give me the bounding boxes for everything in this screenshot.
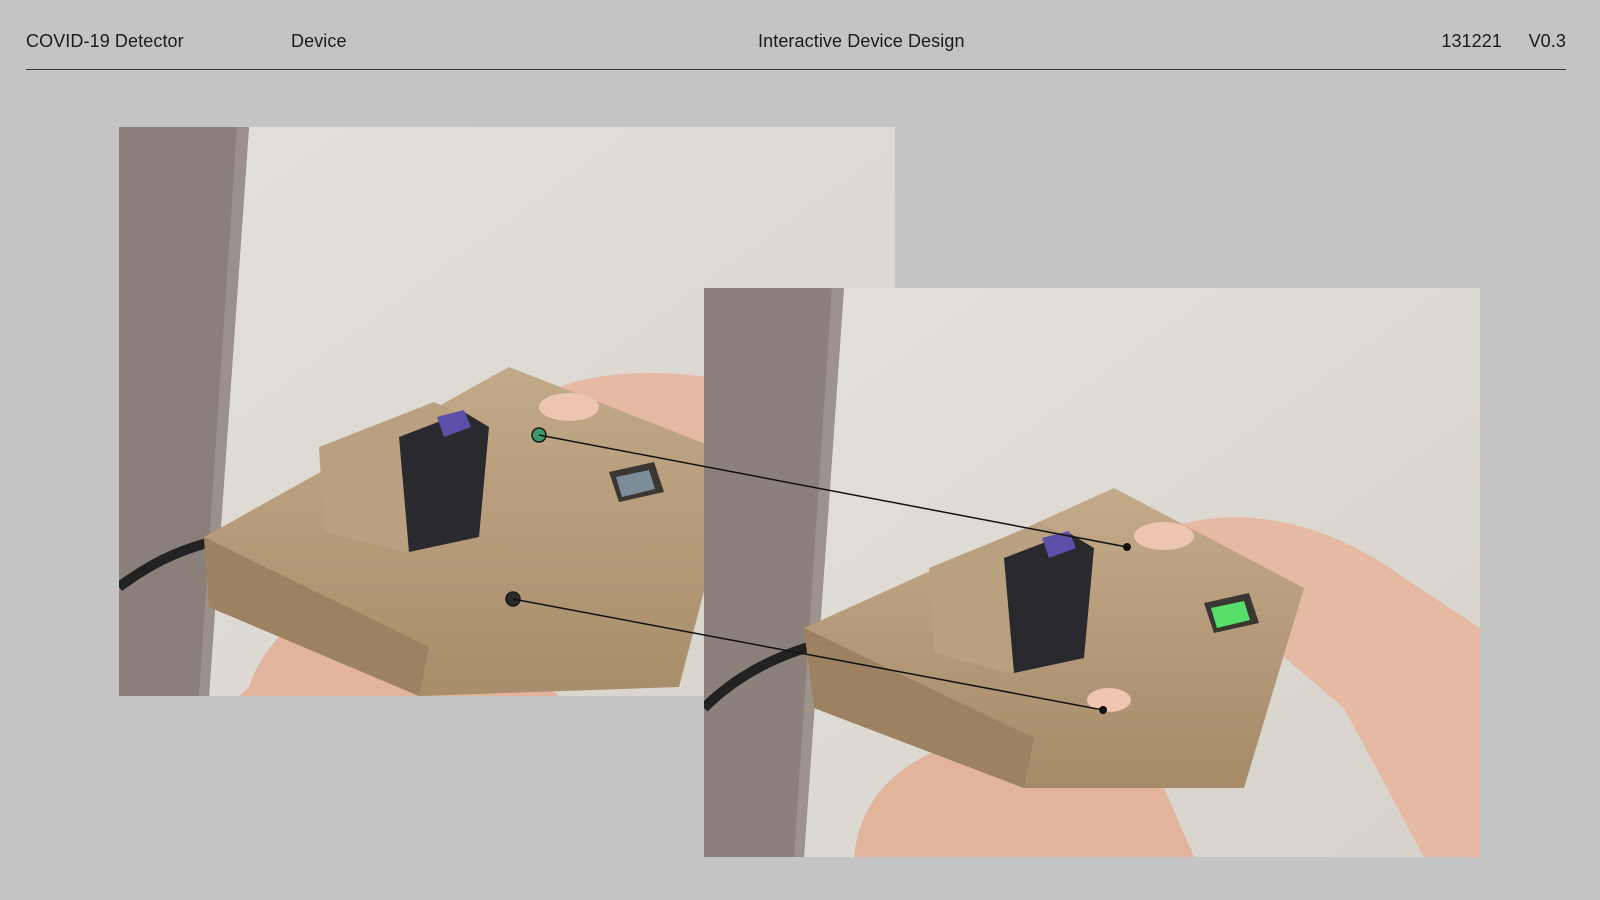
date-label: 131221 [1441,31,1502,51]
section-label: Device [291,31,347,51]
project-title: COVID-19 Detector [26,31,184,51]
version-label: V0.3 [1528,31,1566,51]
led-marker [531,427,547,443]
page-header: COVID-19 Detector Device Interactive Dev… [26,0,1566,70]
device-photo-2 [704,288,1480,857]
course-label: Interactive Device Design [758,31,965,51]
button-marker [505,591,521,607]
